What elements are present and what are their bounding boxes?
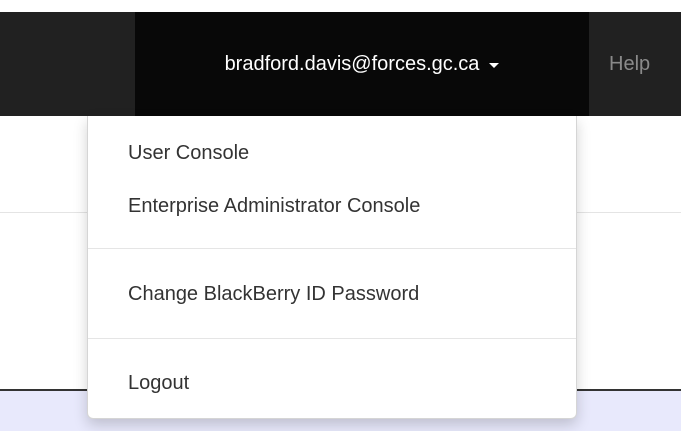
help-link[interactable]: Help [609,12,650,116]
top-strip [0,0,681,12]
menu-item-enterprise-admin-console[interactable]: Enterprise Administrator Console [128,195,420,218]
caret-down-icon [489,63,500,68]
menu-item-logout[interactable]: Logout [128,372,189,395]
user-dropdown-menu: User Console Enterprise Administrator Co… [87,116,577,419]
top-navbar: bradford.davis@forces.gc.ca Help [0,12,681,116]
menu-item-change-blackberry-id-password[interactable]: Change BlackBerry ID Password [128,283,419,306]
menu-divider [88,338,576,339]
user-account-dropdown-toggle[interactable]: bradford.davis@forces.gc.ca [135,12,589,116]
menu-divider [88,248,576,249]
user-email-label: bradford.davis@forces.gc.ca [224,52,480,75]
menu-item-user-console[interactable]: User Console [128,142,249,165]
